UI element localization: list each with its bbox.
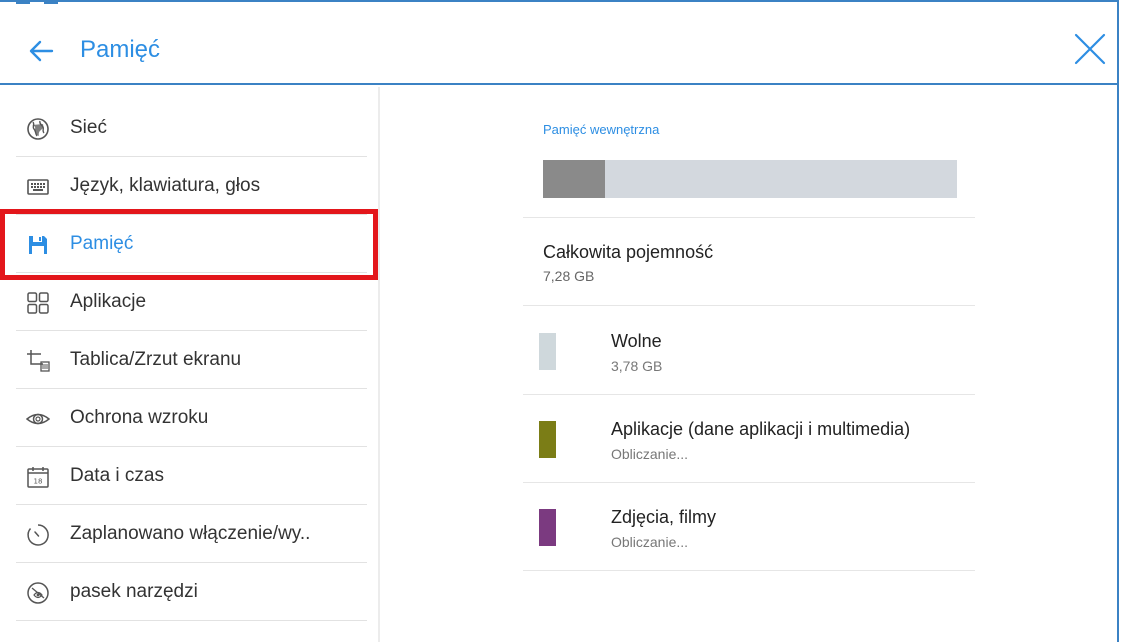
sidebar-item-label: pasek narzędzi [70,581,198,602]
sidebar-item-ochrona-wzroku[interactable]: Ochrona wzroku [16,389,367,447]
sidebar-item-label: Data i czas [70,465,164,486]
storage-category-free[interactable]: Wolne 3,78 GB [523,306,975,394]
divider [523,217,975,218]
category-label: Zdjęcia, filmy [611,507,717,527]
storage-category-photos-videos[interactable]: Zdjęcia, filmy Obliczanie... [523,482,975,570]
close-icon [1074,33,1106,65]
keyboard-icon [27,179,49,195]
category-label: Wolne [611,331,662,351]
floppy-disk-icon [29,236,47,254]
color-swatch [539,509,556,546]
sidebar-item-label: Język, klawiatura, głos [70,175,261,196]
sidebar-item-pasek-narzedzi[interactable]: pasek narzędzi [16,563,367,621]
calendar-icon: 18 [27,467,49,488]
page-title: Pamięć [80,36,161,63]
apps-grid-icon [27,292,49,314]
total-capacity-value: 7,28 GB [543,268,595,284]
window-right-border [1117,0,1119,642]
close-button[interactable] [1073,32,1107,66]
header: Pamięć [0,0,1117,85]
globe-icon [27,118,49,140]
sidebar-item-aplikacje[interactable]: Aplikacje [16,273,367,331]
svg-text:18: 18 [34,478,43,486]
storage-usage-bar [543,160,957,198]
timer-icon [27,524,49,546]
sidebar-item-jezyk[interactable]: Język, klawiatura, głos [16,157,367,215]
storage-panel: Pamięć wewnętrzna Całkowita pojemność 7,… [382,87,1117,642]
category-value: 3,78 GB [611,358,663,374]
storage-used-segment [543,160,605,198]
sidebar-item-data-i-czas[interactable]: 18 Data i czas [16,447,367,505]
eye-icon [26,413,50,425]
storage-category-apps[interactable]: Aplikacje (dane aplikacji i multimedia) … [523,394,975,482]
sidebar-item-siec[interactable]: Sieć [16,99,367,157]
sidebar: Sieć Język, klawiatura, głos Pamięć Apli… [0,87,380,642]
sidebar-item-label: Pamięć [70,233,134,254]
color-swatch [539,333,556,370]
toolbar-icon [27,582,49,604]
total-capacity-label: Całkowita pojemność [543,242,714,262]
arrow-left-icon [29,40,54,62]
back-button[interactable] [26,36,56,66]
category-value: Obliczanie... [611,534,689,550]
sidebar-item-tablica[interactable]: Tablica/Zrzut ekranu [16,331,367,389]
category-label: Aplikacje (dane aplikacji i multimedia) [611,419,911,439]
sidebar-item-label: Ochrona wzroku [70,407,209,428]
category-value: Obliczanie... [611,446,689,462]
sidebar-item-label: Aplikacje [70,291,147,312]
section-title: Pamięć wewnętrzna [543,122,660,137]
sidebar-item-label: Sieć [70,117,107,138]
sidebar-item-label: Tablica/Zrzut ekranu [70,349,242,370]
divider [523,570,975,571]
sidebar-item-pamiec[interactable]: Pamięć [16,215,367,273]
sidebar-item-zaplanowano[interactable]: Zaplanowano włączenie/wy.. [16,505,367,563]
crop-screenshot-icon [27,350,50,372]
color-swatch [539,421,556,458]
sidebar-item-label: Zaplanowano włączenie/wy.. [70,523,311,544]
